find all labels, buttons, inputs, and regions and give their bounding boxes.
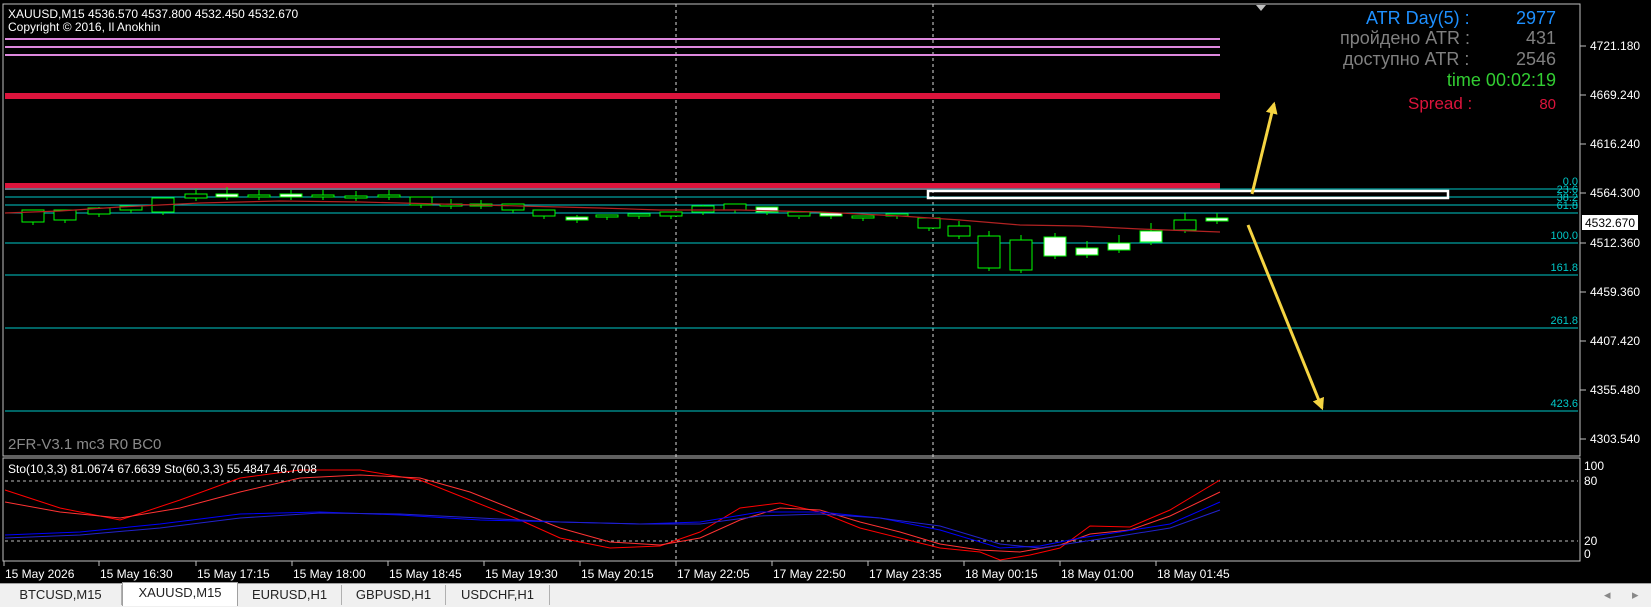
time-tick-label: 15 May 17:15 [197, 567, 270, 581]
time-tick-label: 15 May 16:30 [100, 567, 173, 581]
svg-text:100: 100 [1584, 459, 1604, 473]
tab-eurusd-h1[interactable]: EURUSD,H1 [238, 585, 342, 605]
atr-day-label: ATR Day(5) : [1366, 8, 1470, 28]
time-tick-label: 15 May 19:30 [485, 567, 558, 581]
price-tick-label: 4407.420 [1590, 334, 1640, 348]
svg-text:20: 20 [1584, 534, 1598, 548]
tab-xauusd-m15[interactable]: XAUUSD,M15 [122, 582, 238, 606]
price-tick-label: 4303.540 [1590, 432, 1640, 446]
time-tick-label: 17 May 22:05 [677, 567, 750, 581]
time-tick-label: 18 May 01:45 [1157, 567, 1230, 581]
available-atr-value: 2546 [1515, 49, 1556, 69]
fib-level-label: 261.8 [1550, 315, 1578, 327]
price-tick-label: 4564.300 [1590, 186, 1640, 200]
price-tick-label: 4459.360 [1590, 285, 1640, 299]
tab-usdchf-h1[interactable]: USDCHF,H1 [446, 585, 550, 605]
spread-value: 80 [1539, 96, 1556, 113]
current-price-label: 4532.670 [1585, 216, 1635, 230]
price-tick-label: 4669.240 [1590, 88, 1640, 102]
stochastic-label: Sto(10,3,3) 81.0674 67.6639 Sto(60,3,3) … [8, 462, 317, 476]
spread-label: Spread : [1408, 94, 1473, 113]
price-axis: 4721.180 4669.240 4616.240 4564.300 4512.360… [1580, 39, 1640, 446]
price-tick-label: 4616.240 [1590, 137, 1640, 151]
time-tick-label: 18 May 01:00 [1061, 567, 1134, 581]
svg-text:80: 80 [1584, 474, 1598, 488]
symbol-tabs: BTCUSD,M15 XAUUSD,M15 EURUSD,H1 GBPUSD,H… [0, 582, 1651, 607]
fib-level-label: 161.8 [1550, 262, 1578, 274]
tab-gbpusd-h1[interactable]: GBPUSD,H1 [342, 585, 446, 605]
time-tick-label: 17 May 23:35 [869, 567, 942, 581]
time-tick-label: 18 May 00:15 [965, 567, 1038, 581]
time-tick-label: 15 May 2026 [5, 567, 75, 581]
time-remaining: time 00:02:19 [1446, 70, 1556, 90]
passed-atr-label: пройдено ATR : [1340, 28, 1470, 48]
copyright-text: Copyright © 2016, Il Anokhin [8, 20, 161, 34]
scroll-right-icon[interactable]: ▸ [1632, 587, 1639, 603]
atr-day-value: 2977 [1515, 8, 1556, 28]
fib-level-label: 61.8 [1556, 200, 1578, 212]
fib-level-label: 100.0 [1550, 230, 1578, 242]
expert-label: 2FR-V3.1 mc3 R0 BC0 [8, 436, 162, 453]
tab-btcusd-m15[interactable]: BTCUSD,M15 [0, 585, 122, 605]
time-tick-label: 17 May 22:50 [773, 567, 846, 581]
price-tick-label: 4512.360 [1590, 236, 1640, 250]
price-tick-label: 4355.480 [1590, 383, 1640, 397]
time-tick-label: 15 May 18:45 [389, 567, 462, 581]
passed-atr-value: 431 [1525, 28, 1556, 48]
svg-text:0: 0 [1584, 547, 1591, 561]
time-tick-label: 15 May 20:15 [581, 567, 654, 581]
price-tick-label: 4721.180 [1590, 39, 1640, 53]
fib-level-label: 423.6 [1550, 398, 1578, 410]
available-atr-label: доступно ATR : [1343, 49, 1470, 69]
time-tick-label: 15 May 18:00 [293, 567, 366, 581]
scroll-left-icon[interactable]: ◂ [1604, 587, 1611, 603]
